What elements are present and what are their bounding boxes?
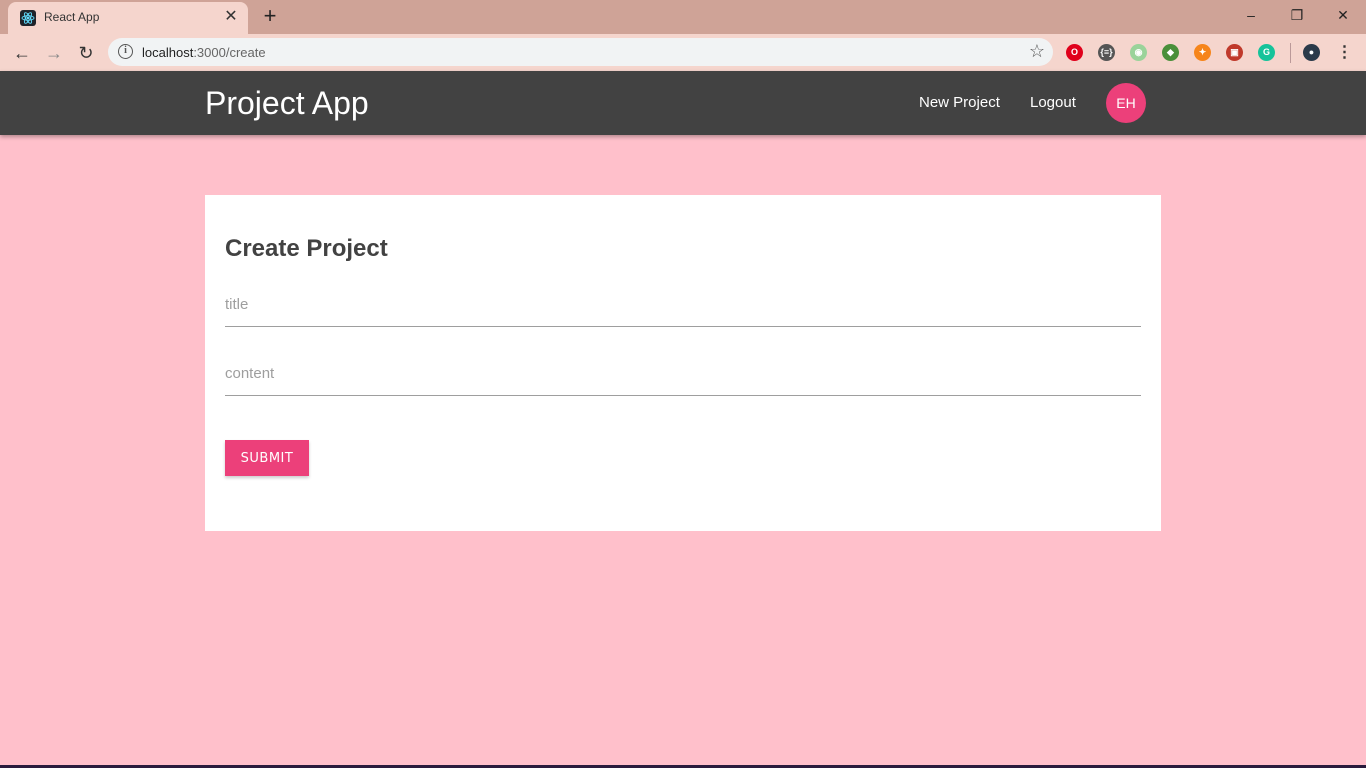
form-title: Create Project	[225, 235, 388, 262]
title-input[interactable]	[225, 283, 1141, 327]
user-avatar[interactable]: EH	[1106, 83, 1146, 123]
brand-logo[interactable]: Project App	[205, 85, 369, 122]
toolbar-separator	[1290, 43, 1291, 63]
submit-button[interactable]: SUBMIT	[225, 440, 309, 476]
grammarly-icon[interactable]: G	[1258, 44, 1275, 61]
extension-green-icon[interactable]: ◉	[1130, 44, 1147, 61]
back-arrow-icon[interactable]: ←	[9, 40, 35, 66]
browser-tab[interactable]: React App ✕	[8, 2, 248, 34]
browser-tabstrip: React App ✕ + – ❐ ✕	[0, 0, 1366, 34]
logout-link[interactable]: Logout	[1030, 94, 1076, 111]
create-project-card: Create Project SUBMIT	[205, 195, 1161, 531]
new-tab-icon[interactable]: +	[259, 4, 281, 28]
tab-title: React App	[44, 10, 100, 24]
url-text: localhost:3000/create	[142, 45, 266, 60]
address-bar[interactable]: i localhost:3000/create ☆	[108, 38, 1053, 66]
json-formatter-icon[interactable]: {≡}	[1098, 44, 1115, 61]
reload-icon[interactable]: ↻	[73, 40, 99, 66]
metamask-icon[interactable]: ✦	[1194, 44, 1211, 61]
extension-globe-icon[interactable]: ◆	[1162, 44, 1179, 61]
opera-adblock-icon[interactable]: O	[1066, 44, 1083, 61]
extension-red-icon[interactable]: ▣	[1226, 44, 1243, 61]
content-input[interactable]	[225, 352, 1141, 396]
minimize-icon[interactable]: –	[1228, 0, 1274, 30]
browser-menu-icon[interactable]: ⋮	[1336, 44, 1353, 61]
forward-arrow-icon[interactable]: →	[41, 40, 67, 66]
tab-close-icon[interactable]: ✕	[222, 8, 240, 26]
new-project-link[interactable]: New Project	[919, 94, 1000, 111]
app-navbar: Project App New Project Logout EH	[0, 71, 1366, 135]
browser-toolbar: ← → ↻ i localhost:3000/create ☆ O {≡} ◉ ◆ ✦ ▣…	[0, 34, 1366, 71]
profile-avatar-icon[interactable]: ●	[1303, 44, 1320, 61]
restore-icon[interactable]: ❐	[1274, 0, 1320, 30]
react-favicon-icon	[20, 10, 36, 26]
site-info-icon[interactable]: i	[118, 44, 133, 59]
bookmark-star-icon[interactable]: ☆	[1029, 41, 1045, 62]
window-close-icon[interactable]: ✕	[1320, 0, 1366, 30]
